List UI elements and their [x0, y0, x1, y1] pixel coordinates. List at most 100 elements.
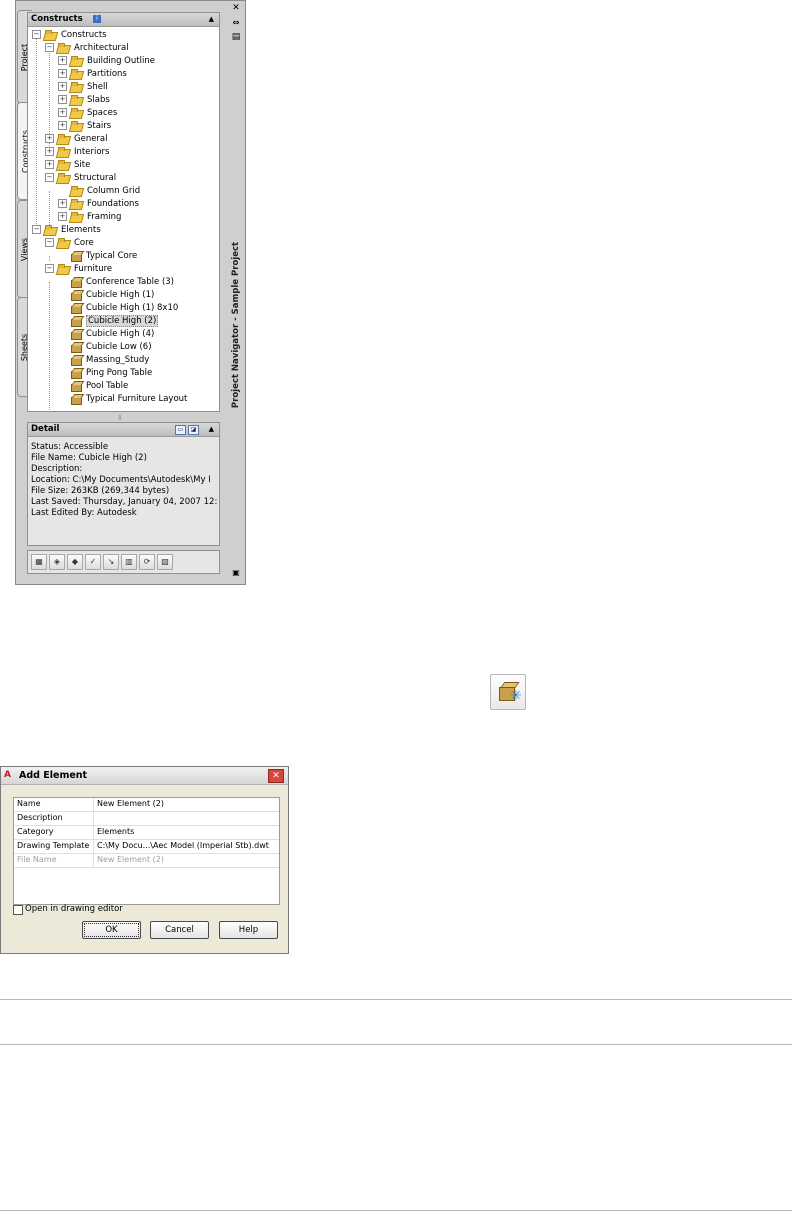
tree-node[interactable]: Typical Furniture Layout [58, 392, 187, 405]
property-row-file-name: File Name New Element (2) [14, 854, 279, 868]
tree-node-label: Cubicle High (1) 8x10 [86, 302, 179, 313]
tree-node[interactable]: Cubicle High (1) [58, 288, 154, 301]
tree-node-label: Massing_Study [86, 354, 150, 365]
tree-node[interactable]: − Architectural [45, 41, 129, 54]
properties-menu-icon[interactable]: ▤ [231, 32, 241, 42]
element-cube-icon [70, 394, 82, 405]
tree-node[interactable]: + Partitions [58, 67, 127, 80]
palette-title: Project Navigator - Sample Project [231, 241, 241, 409]
add-construct-icon[interactable]: ◈ [49, 554, 65, 570]
element-cube-icon [70, 303, 82, 314]
tree-node-label: Architectural [74, 42, 129, 53]
separator-line [0, 1044, 792, 1045]
validate-icon[interactable]: ✓ [85, 554, 101, 570]
info-icon[interactable]: i [93, 15, 101, 23]
tree-node[interactable]: Conference Table (3) [58, 275, 174, 288]
property-row-category[interactable]: Category Elements [14, 826, 279, 840]
tree-node[interactable]: Column Grid [58, 184, 140, 197]
detail-location: Location: C:\My Documents\Autodesk\My I [31, 475, 211, 485]
add-element-icon[interactable]: ◆ [67, 554, 83, 570]
tree-node[interactable]: Typical Core [58, 249, 137, 262]
detail-view-icon[interactable]: ▭ [175, 425, 186, 435]
detail-description: Description: [31, 464, 83, 474]
drawing-template-value[interactable]: C:\My Docu...\Aec Model (Imperial Stb).d… [97, 841, 269, 850]
tree-node[interactable]: − Core [45, 236, 94, 249]
tree-node[interactable]: Cubicle High (4) [58, 327, 154, 340]
help-button[interactable]: Help [219, 921, 278, 939]
collapse-node-icon[interactable]: − [32, 30, 41, 39]
repath-icon[interactable]: ↘ [103, 554, 119, 570]
tree-node[interactable]: − Structural [45, 171, 116, 184]
expand-node-icon[interactable]: + [58, 199, 67, 208]
detail-last-saved: Last Saved: Thursday, January 04, 2007 1… [31, 497, 218, 507]
tree-node[interactable]: Cubicle Low (6) [58, 340, 152, 353]
collapse-node-icon[interactable]: − [45, 43, 54, 52]
tree-node[interactable]: Massing_Study [58, 353, 149, 366]
tree-node[interactable]: − Constructs [32, 28, 107, 41]
collapse-node-icon[interactable]: − [45, 264, 54, 273]
collapse-arrow-icon[interactable]: ▲ [209, 15, 214, 23]
element-cube-icon [70, 381, 82, 392]
open-in-editor-checkbox[interactable] [13, 905, 23, 915]
detail-collapse-arrow-icon[interactable]: ▲ [209, 425, 214, 433]
tree-node-label: Cubicle Low (6) [86, 341, 152, 352]
folder-icon [57, 237, 70, 248]
tree-node[interactable]: + Framing [58, 210, 121, 223]
tree-node[interactable]: + Interiors [45, 145, 109, 158]
expand-node-icon[interactable]: + [45, 160, 54, 169]
tree-node[interactable]: + Site [45, 158, 90, 171]
tree-node[interactable]: Ping Pong Table [58, 366, 152, 379]
tree-guide-line [49, 282, 50, 411]
close-icon[interactable]: ✕ [268, 769, 284, 783]
ok-button[interactable]: OK [82, 921, 141, 939]
tree-node[interactable]: + Stairs [58, 119, 111, 132]
expand-node-icon[interactable]: + [45, 134, 54, 143]
preview-view-icon[interactable]: ◪ [188, 425, 199, 435]
element-cube-icon [70, 342, 82, 353]
expand-node-icon[interactable]: + [45, 147, 54, 156]
expand-node-icon[interactable]: + [58, 95, 67, 104]
add-category-icon[interactable]: ▦ [31, 554, 47, 570]
property-row-description[interactable]: Description [14, 812, 279, 826]
folder-icon [70, 198, 83, 209]
table-icon[interactable]: ▥ [121, 554, 137, 570]
palette-menu-icon[interactable]: ▣ [231, 568, 241, 577]
folder-icon [70, 185, 83, 196]
expand-node-icon[interactable]: + [58, 212, 67, 221]
collapse-node-icon[interactable]: − [32, 225, 41, 234]
collapse-node-icon[interactable]: − [45, 173, 54, 182]
tree-node[interactable]: Pool Table [58, 379, 128, 392]
expand-node-icon[interactable]: + [58, 121, 67, 130]
close-icon[interactable]: ✕ [231, 3, 241, 13]
tree-node[interactable]: Cubicle High (2) [58, 314, 159, 327]
expand-node-icon[interactable]: + [58, 56, 67, 65]
expand-node-icon[interactable]: + [58, 108, 67, 117]
tree-node[interactable]: + Building Outline [58, 54, 155, 67]
category-value[interactable]: Elements [97, 827, 134, 836]
tree-node[interactable]: + Slabs [58, 93, 110, 106]
expand-node-icon[interactable]: + [58, 82, 67, 91]
property-row-name[interactable]: Name New Element (2) [14, 798, 279, 812]
tree-node-label: Site [74, 159, 91, 170]
tree-node-label: General [74, 133, 108, 144]
tree-node[interactable]: + Foundations [58, 197, 139, 210]
collapse-node-icon[interactable]: − [45, 238, 54, 247]
tree-node[interactable]: + Spaces [58, 106, 117, 119]
expand-node-icon[interactable]: + [58, 69, 67, 78]
tree-node-label: Foundations [87, 198, 139, 209]
name-value[interactable]: New Element (2) [97, 799, 164, 808]
autocad-app-icon: A [4, 770, 11, 780]
panel-splitter-icon[interactable]: ⇕ [117, 414, 123, 422]
cancel-button[interactable]: Cancel [150, 921, 209, 939]
property-row-drawing-template[interactable]: Drawing Template C:\My Docu...\Aec Model… [14, 840, 279, 854]
tree-node[interactable]: + General [45, 132, 108, 145]
refresh-icon[interactable]: ⟳ [139, 554, 155, 570]
folder-icon [57, 159, 70, 170]
tree-node[interactable]: + Shell [58, 80, 108, 93]
tree-node[interactable]: − Furniture [45, 262, 112, 275]
tree-node-label: Spaces [87, 107, 118, 118]
tree-node[interactable]: − Elements [32, 223, 101, 236]
publish-icon[interactable]: ▧ [157, 554, 173, 570]
tree-node[interactable]: Cubicle High (1) 8x10 [58, 301, 178, 314]
auto-hide-icon[interactable]: ⇔ [231, 18, 241, 27]
